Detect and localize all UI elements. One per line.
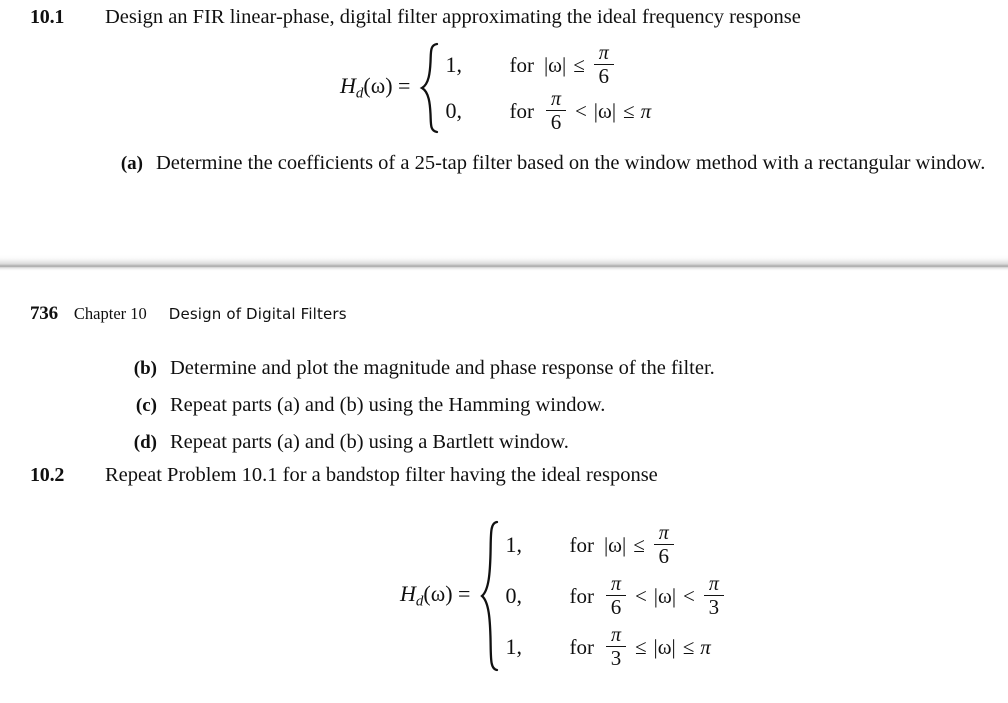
subitem-label: (a)	[120, 153, 143, 174]
subitem-label: (b)	[133, 358, 157, 379]
relation-operator-left: <	[574, 98, 587, 123]
fraction-denominator: 3	[610, 646, 622, 671]
fraction-numerator: π	[550, 87, 561, 110]
fraction: π 3	[703, 572, 724, 620]
abs-omega: |ω|	[653, 634, 676, 659]
subitem-c: (c) Repeat parts (a) and (b) using the H…	[115, 392, 995, 419]
case-value: 0,	[505, 583, 522, 608]
for-keyword: for	[509, 52, 534, 77]
case-value: 0,	[445, 98, 462, 123]
case-value: 1,	[445, 52, 462, 77]
subitem-text: Repeat parts (a) and (b) using the Hammi…	[170, 394, 606, 416]
case-row: 0, for π 6 < |ω| ≤ π	[445, 88, 651, 134]
abs-omega: |ω|	[593, 98, 617, 123]
problem-10-2: 10.2 Repeat Problem 10.1 for a bandstop …	[30, 462, 996, 489]
pi-symbol: π	[700, 634, 711, 659]
problem-10-1: 10.1 Design an FIR linear-phase, digital…	[30, 4, 996, 31]
subitem-label: (d)	[133, 432, 157, 453]
case-condition: for π 6 < |ω| < π 3	[569, 574, 726, 619]
relation-operator-left: <	[634, 583, 647, 608]
subitem-a: (a) Determine the coefficients of a 25-t…	[101, 150, 991, 177]
chapter-title: Design of Digital Filters	[168, 305, 347, 323]
fraction-numerator: π	[598, 41, 609, 64]
for-keyword: for	[569, 634, 594, 659]
problem-statement: Repeat Problem 10.1 for a bandstop filte…	[105, 464, 658, 486]
case-brace-icon	[419, 42, 441, 134]
case-brace-icon	[479, 520, 501, 672]
fraction-numerator: π	[610, 623, 621, 646]
case-condition: for |ω| ≤ π 6	[569, 523, 676, 568]
case-row: 0, for π 6 < |ω| < π 3	[505, 570, 726, 622]
equation-hd-omega-bandstop: Hd(ω) = 1, for |ω| ≤ π 6 0, for π 6 < |ω…	[400, 520, 727, 672]
relation-operator: ≤	[633, 532, 645, 557]
relation-operator: ≤	[573, 52, 585, 77]
running-head: 736 Chapter 10 Design of Digital Filters	[30, 303, 347, 325]
equation-left-hand-side: Hd(ω) =	[400, 581, 479, 611]
problem-number: 10.1	[30, 6, 65, 28]
problem-statement: Design an FIR linear-phase, digital filt…	[105, 6, 801, 28]
case-row: 1, for |ω| ≤ π 6	[505, 520, 726, 570]
subitem-label: (c)	[135, 395, 157, 416]
relation-operator-left: ≤	[634, 634, 647, 659]
subitem-b: (b) Determine and plot the magnitude and…	[115, 355, 995, 382]
case-value: 1,	[505, 532, 522, 557]
page-number: 736	[30, 303, 58, 324]
fraction-denominator: 3	[708, 595, 720, 620]
fraction-denominator: 6	[598, 64, 609, 89]
function-argument: (ω)	[363, 73, 393, 99]
abs-omega: |ω|	[653, 583, 677, 608]
equation-hd-omega-lowpass: Hd(ω) = 1, for |ω| ≤ π 6 0, for π 6 < |ω…	[340, 42, 651, 134]
function-symbol: H	[400, 581, 416, 607]
fraction: π 6	[593, 41, 614, 89]
textbook-page: 10.1 Design an FIR linear-phase, digital…	[0, 0, 1008, 703]
subitem-text: Repeat parts (a) and (b) using a Bartlet…	[170, 431, 569, 453]
relation-operator-right: ≤	[623, 98, 635, 123]
subitem-text: Determine the coefficients of a 25-tap f…	[156, 152, 986, 174]
for-keyword: for	[569, 532, 594, 557]
fraction-numerator: π	[708, 572, 719, 595]
fraction-denominator: 6	[550, 110, 562, 135]
function-symbol: H	[340, 73, 356, 99]
for-keyword: for	[509, 98, 534, 123]
problem-number: 10.2	[30, 464, 65, 486]
relation-operator-right: <	[683, 583, 695, 608]
equation-left-hand-side: Hd(ω) =	[340, 73, 419, 103]
pi-symbol: π	[640, 98, 652, 123]
page-separator-band	[0, 255, 1008, 271]
fraction-denominator: 6	[658, 544, 669, 569]
equals-sign: =	[458, 581, 471, 607]
fraction: π 6	[653, 521, 674, 569]
abs-omega: |ω|	[603, 532, 627, 557]
function-argument: (ω)	[423, 581, 453, 607]
chapter-label: Chapter 10	[73, 304, 147, 323]
case-condition: for π 3 ≤ |ω| ≤ π	[569, 625, 710, 670]
case-list: 1, for |ω| ≤ π 6 0, for π	[505, 520, 726, 672]
for-keyword: for	[569, 583, 594, 608]
fraction-numerator: π	[658, 521, 669, 544]
equals-sign: =	[398, 73, 411, 99]
abs-omega: |ω|	[543, 52, 567, 77]
fraction: π 6	[605, 572, 626, 620]
fraction-denominator: 6	[610, 595, 622, 620]
fraction: π 6	[545, 87, 566, 135]
case-row: 1, for |ω| ≤ π 6	[445, 42, 651, 88]
case-condition: for |ω| ≤ π 6	[509, 43, 616, 88]
subitem-d: (d) Repeat parts (a) and (b) using a Bar…	[115, 429, 995, 456]
case-list: 1, for |ω| ≤ π 6 0, for π	[445, 42, 651, 134]
fraction-numerator: π	[610, 572, 621, 595]
subitem-text: Determine and plot the magnitude and pha…	[170, 357, 715, 379]
case-value: 1,	[505, 634, 522, 659]
case-condition: for π 6 < |ω| ≤ π	[509, 89, 651, 134]
fraction: π 3	[605, 623, 626, 671]
case-row: 1, for π 3 ≤ |ω| ≤ π	[505, 622, 726, 672]
relation-operator-right: ≤	[682, 634, 695, 659]
